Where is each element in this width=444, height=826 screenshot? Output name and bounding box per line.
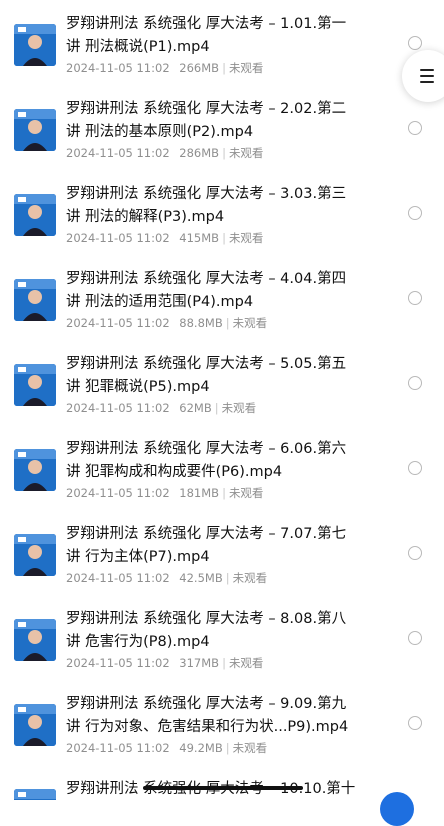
file-meta: 2024-11-05 11:02 88.8MB | 未观看: [66, 316, 268, 330]
file-meta: 2024-11-05 11:02 181MB | 未观看: [66, 486, 264, 500]
video-thumbnail-icon: [14, 109, 56, 151]
list-item[interactable]: 罗翔讲刑法 系统强化 厚大法考 – 7.07.第七 讲 行为主体(P7).mp4…: [0, 510, 444, 594]
list-item[interactable]: 罗翔讲刑法 系统强化 厚大法考 – 5.05.第五 讲 犯罪概说(P5).mp4…: [0, 340, 444, 424]
file-size: 42.5MB: [179, 571, 223, 585]
file-date: 2024-11-05 11:02: [66, 316, 170, 330]
select-radio[interactable]: [408, 546, 422, 560]
file-meta: 2024-11-05 11:02 317MB | 未观看: [66, 656, 264, 670]
watch-status: 未观看: [228, 146, 264, 160]
list-item[interactable]: 罗翔讲刑法 系统强化 厚大法考 – 1.01.第一 讲 刑法概说(P1).mp4…: [0, 0, 444, 84]
file-date: 2024-11-05 11:02: [66, 231, 170, 245]
file-meta: 2024-11-05 11:02 286MB | 未观看: [66, 146, 264, 160]
list-item[interactable]: 罗翔讲刑法 系统强化 厚大法考 – 4.04.第四 讲 刑法的适用范围(P4).…: [0, 255, 444, 339]
file-date: 2024-11-05 11:02: [66, 571, 170, 585]
file-size: 181MB: [179, 486, 220, 500]
watch-status: 未观看: [228, 656, 264, 670]
select-radio[interactable]: [408, 206, 422, 220]
file-title: 罗翔讲刑法 系统强化 厚大法考 – 1.01.第一 讲 刑法概说(P1).mp4: [66, 16, 347, 55]
file-date: 2024-11-05 11:02: [66, 61, 170, 75]
menu-icon: [420, 69, 434, 87]
watch-status: 未观看: [232, 571, 268, 585]
file-date: 2024-11-05 11:02: [66, 401, 170, 415]
video-thumbnail-icon: [14, 279, 56, 321]
file-size: 266MB: [179, 61, 220, 75]
file-title: 罗翔讲刑法 系统强化 厚大法考 – 9.09.第九 讲 行为对象、危害结果和行为…: [66, 696, 349, 735]
file-title: 罗翔讲刑法 系统强化 厚大法考 – 5.05.第五 讲 犯罪概说(P5).mp4: [66, 356, 347, 395]
file-meta: 2024-11-05 11:02 49.2MB | 未观看: [66, 741, 268, 755]
file-meta: 2024-11-05 11:02 415MB | 未观看: [66, 231, 264, 245]
file-meta: 2024-11-05 11:02 62MB | 未观看: [66, 401, 257, 415]
file-date: 2024-11-05 11:02: [66, 146, 170, 160]
list-item[interactable]: 罗翔讲刑法 系统强化 厚大法考 – 10.10.第十: [0, 765, 444, 800]
video-thumbnail-icon: [14, 449, 56, 491]
video-thumbnail-icon: [14, 704, 56, 746]
file-size: 62MB: [179, 401, 212, 415]
list-item[interactable]: 罗翔讲刑法 系统强化 厚大法考 – 9.09.第九 讲 行为对象、危害结果和行为…: [0, 680, 444, 764]
video-thumbnail-icon: [14, 24, 56, 66]
file-date: 2024-11-05 11:02: [66, 656, 170, 670]
watch-status: 未观看: [228, 231, 264, 245]
file-date: 2024-11-05 11:02: [66, 741, 170, 755]
file-title: 罗翔讲刑法 系统强化 厚大法考 – 7.07.第七 讲 行为主体(P7).mp4: [66, 526, 347, 565]
video-thumbnail-icon: [14, 619, 56, 661]
home-indicator[interactable]: [143, 786, 303, 790]
file-size: 88.8MB: [179, 316, 223, 330]
video-thumbnail-icon: [14, 364, 56, 406]
select-radio[interactable]: [408, 121, 422, 135]
watch-status: 未观看: [221, 401, 257, 415]
select-radio[interactable]: [408, 631, 422, 645]
watch-status: 未观看: [228, 486, 264, 500]
file-meta: 2024-11-05 11:02 42.5MB | 未观看: [66, 571, 268, 585]
watch-status: 未观看: [232, 741, 268, 755]
file-date: 2024-11-05 11:02: [66, 486, 170, 500]
select-radio[interactable]: [408, 291, 422, 305]
video-thumbnail-icon: [14, 789, 56, 800]
select-radio[interactable]: [408, 461, 422, 475]
select-radio[interactable]: [408, 716, 422, 730]
select-radio[interactable]: [408, 376, 422, 390]
file-size: 317MB: [179, 656, 220, 670]
list-item[interactable]: 罗翔讲刑法 系统强化 厚大法考 – 3.03.第三 讲 刑法的解释(P3).mp…: [0, 170, 444, 254]
video-thumbnail-icon: [14, 534, 56, 576]
file-title: 罗翔讲刑法 系统强化 厚大法考 – 8.08.第八 讲 危害行为(P8).mp4: [66, 611, 347, 650]
select-radio[interactable]: [408, 36, 422, 50]
list-item[interactable]: 罗翔讲刑法 系统强化 厚大法考 – 8.08.第八 讲 危害行为(P8).mp4…: [0, 595, 444, 679]
video-thumbnail-icon: [14, 194, 56, 236]
file-title: 罗翔讲刑法 系统强化 厚大法考 – 4.04.第四 讲 刑法的适用范围(P4).…: [66, 271, 347, 310]
watch-status: 未观看: [232, 316, 268, 330]
watch-status: 未观看: [228, 61, 264, 75]
file-size: 49.2MB: [179, 741, 223, 755]
list-item[interactable]: 罗翔讲刑法 系统强化 厚大法考 – 2.02.第二 讲 刑法的基本原则(P2).…: [0, 85, 444, 169]
file-meta: 2024-11-05 11:02 266MB | 未观看: [66, 61, 264, 75]
file-size: 286MB: [179, 146, 220, 160]
file-title: 罗翔讲刑法 系统强化 厚大法考 – 3.03.第三 讲 刑法的解释(P3).mp…: [66, 186, 347, 225]
file-title: 罗翔讲刑法 系统强化 厚大法考 – 6.06.第六 讲 犯罪构成和构成要件(P6…: [66, 441, 347, 480]
list-item[interactable]: 罗翔讲刑法 系统强化 厚大法考 – 6.06.第六 讲 犯罪构成和构成要件(P6…: [0, 425, 444, 509]
file-size: 415MB: [179, 231, 220, 245]
file-title: 罗翔讲刑法 系统强化 厚大法考 – 2.02.第二 讲 刑法的基本原则(P2).…: [66, 101, 347, 140]
action-button[interactable]: [380, 792, 414, 826]
